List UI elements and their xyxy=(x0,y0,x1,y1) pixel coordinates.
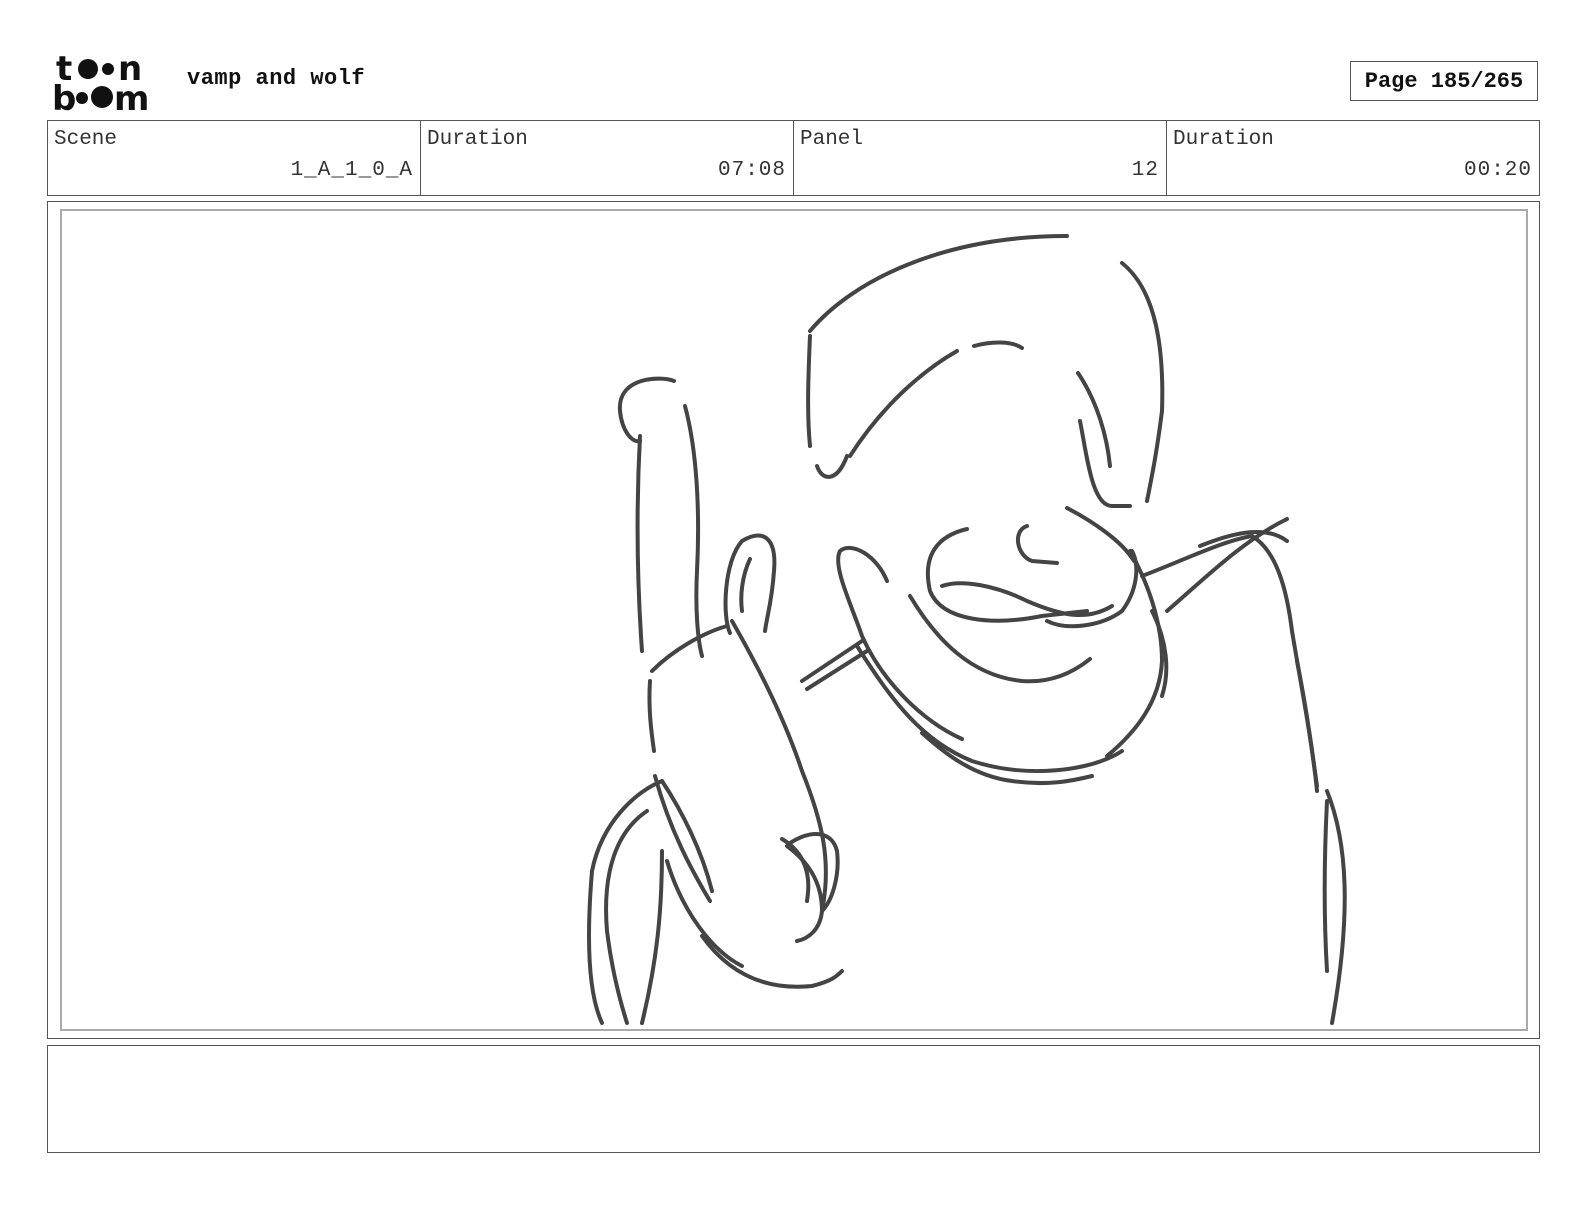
scene-duration-label: Duration xyxy=(427,128,528,151)
panel-duration-label: Duration xyxy=(1173,128,1274,151)
storyboard-sketch-icon xyxy=(587,234,1347,1025)
svg-text:b: b xyxy=(52,79,76,112)
panel-image xyxy=(60,209,1528,1031)
panel-cell: Panel 12 xyxy=(794,121,1167,195)
panel-duration-cell: Duration 00:20 xyxy=(1167,121,1539,195)
project-title: vamp and wolf xyxy=(187,66,366,91)
page-indicator: Page 185/265 xyxy=(1350,61,1538,101)
panel-info-row: Scene 1_A_1_0_A Duration 07:08 Panel 12 … xyxy=(47,120,1540,196)
svg-text:m: m xyxy=(114,79,149,112)
panel-caption-box xyxy=(47,1045,1540,1153)
scene-value: 1_A_1_0_A xyxy=(290,159,413,182)
panel-duration-value: 00:20 xyxy=(1463,159,1532,182)
toon-boom-logo-icon: t n b m xyxy=(52,49,164,119)
panel-label: Panel xyxy=(800,128,864,151)
scene-duration-cell: Duration 07:08 xyxy=(421,121,794,195)
panel-value: 12 xyxy=(1131,159,1159,182)
scene-cell: Scene 1_A_1_0_A xyxy=(48,121,421,195)
scene-duration-value: 07:08 xyxy=(717,159,786,182)
scene-label: Scene xyxy=(54,128,118,151)
